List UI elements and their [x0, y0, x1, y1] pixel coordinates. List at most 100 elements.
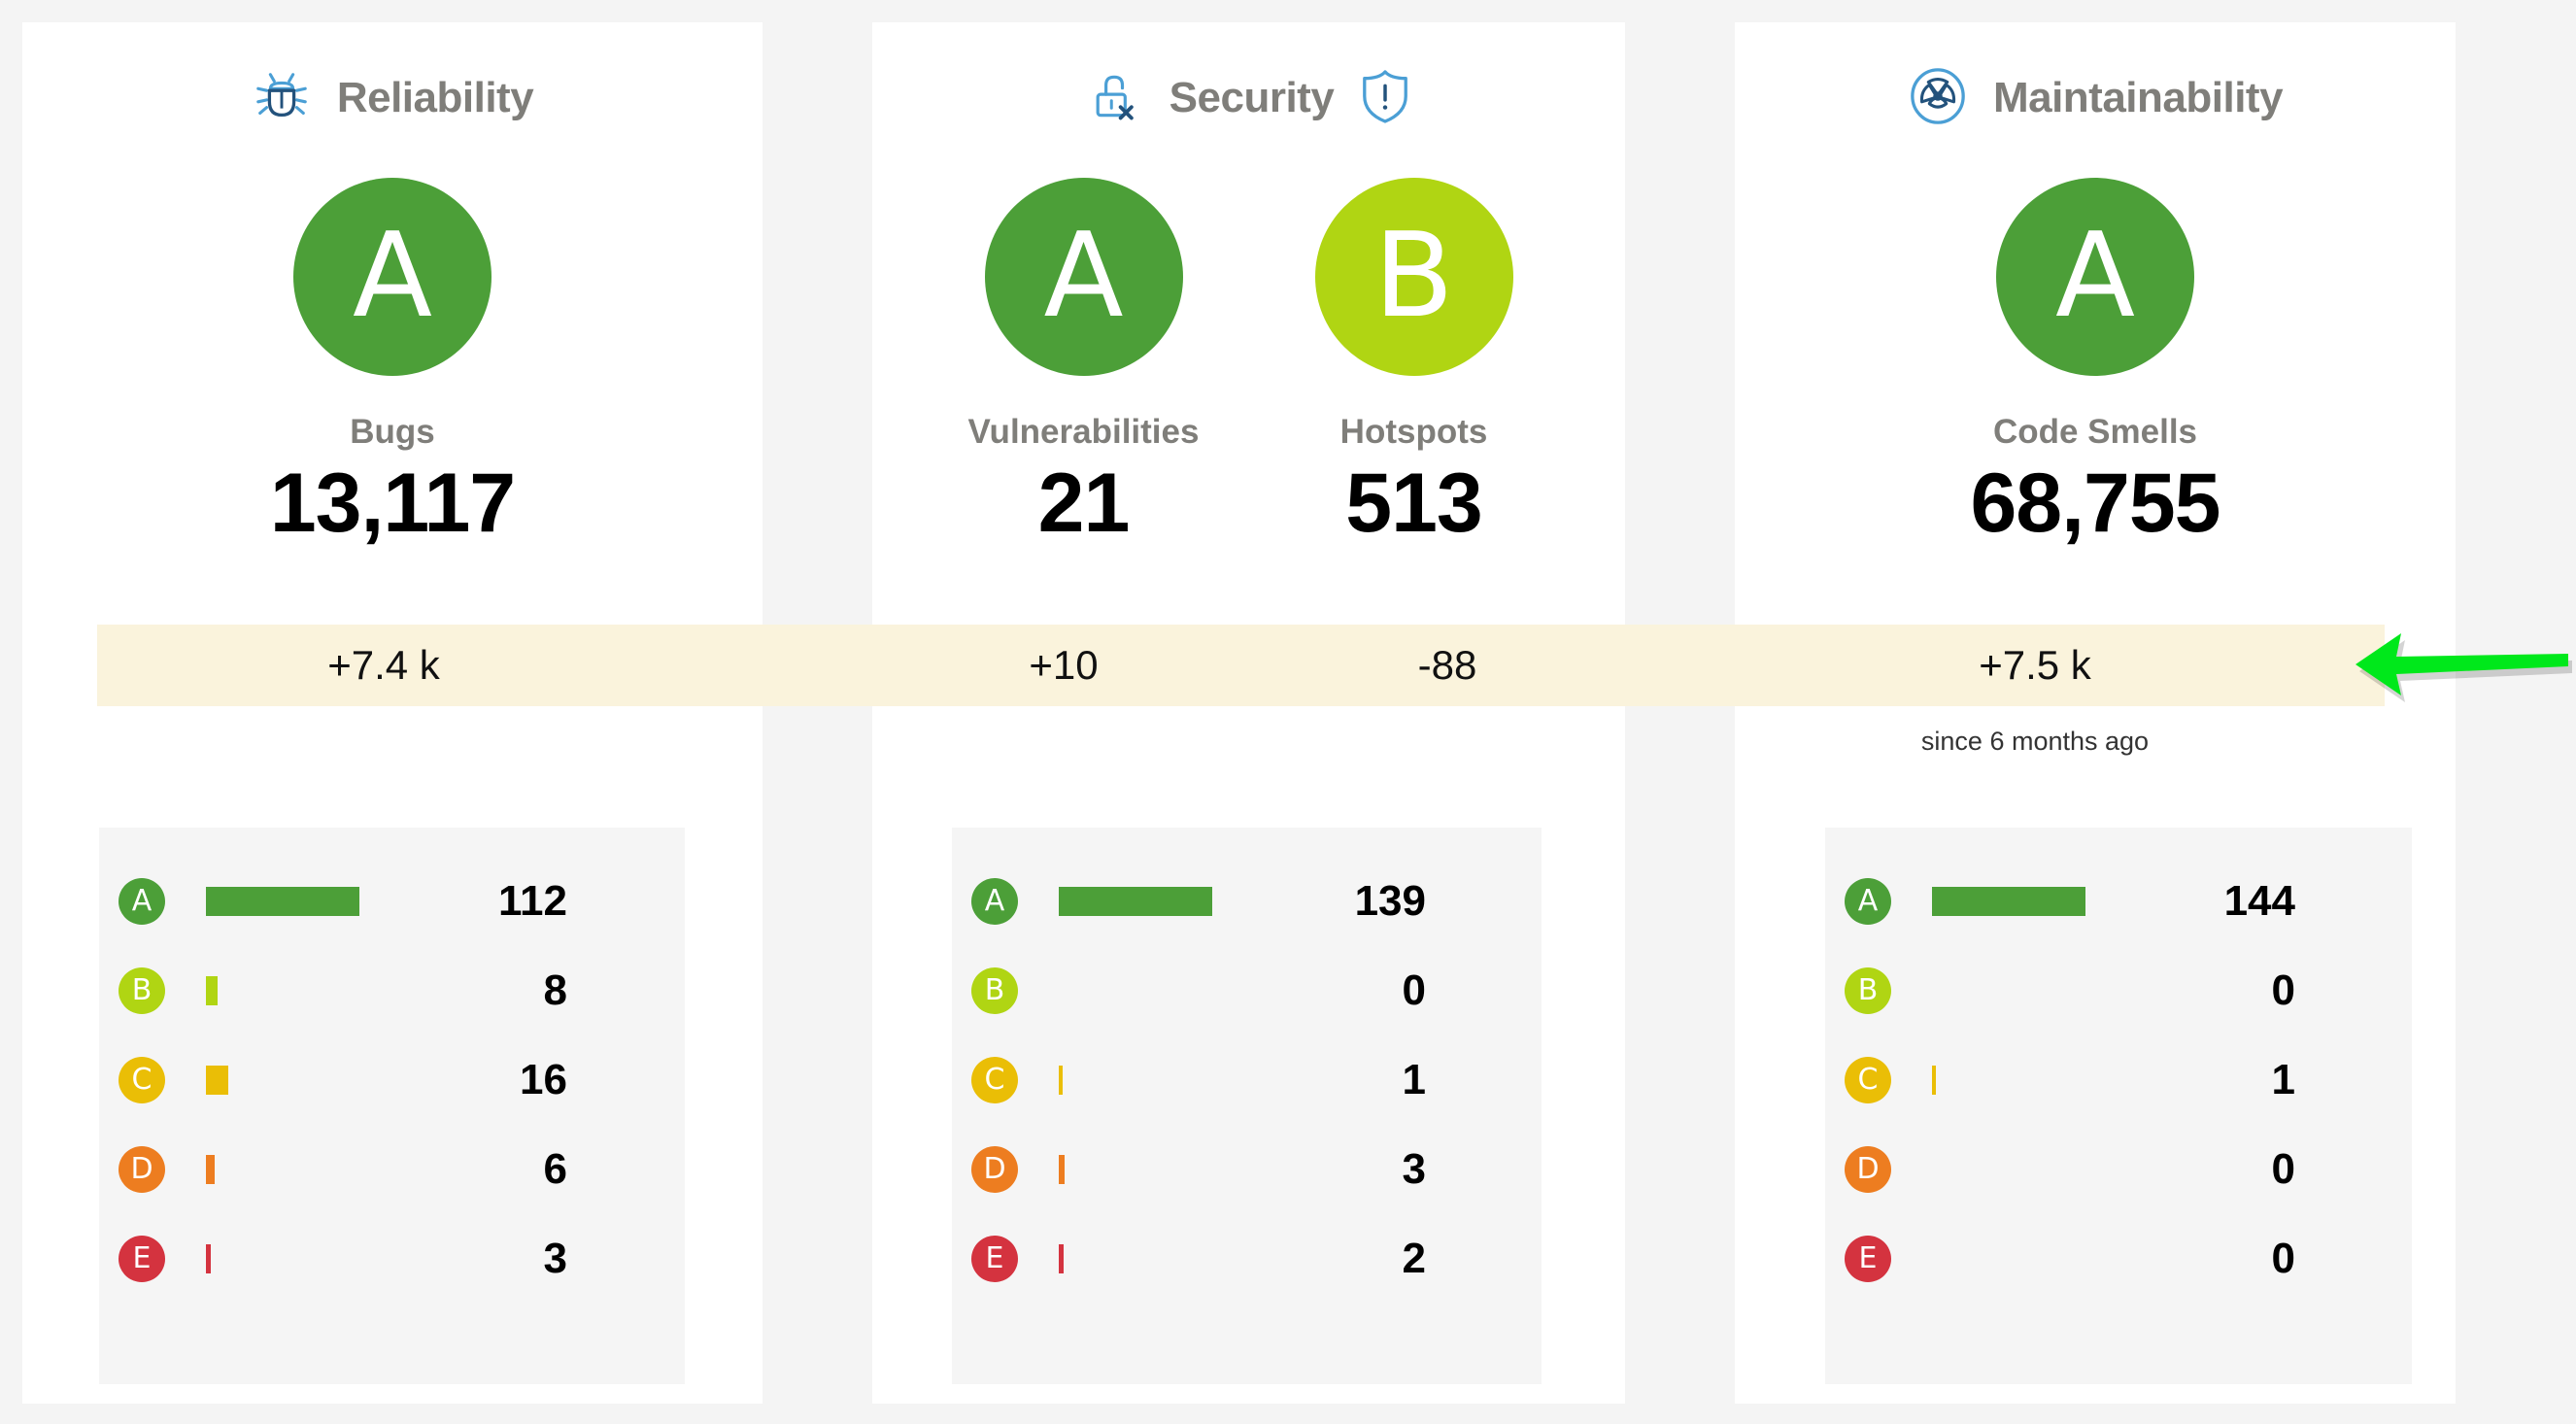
distribution-row[interactable]: B8: [99, 946, 685, 1035]
measure-code-smells[interactable]: A Code Smells 68,755: [1930, 178, 2260, 550]
rating-bar-fill: [1932, 1066, 1936, 1095]
rating-grade-badge: B: [971, 967, 1018, 1014]
rating-grade-badge: D: [971, 1146, 1018, 1193]
measure-bugs[interactable]: A Bugs 13,117: [227, 178, 558, 550]
rating-grade-badge: E: [971, 1236, 1018, 1282]
rating-bar-fill: [1059, 1155, 1065, 1184]
code-smells-rating-bubble[interactable]: A: [1996, 178, 2194, 376]
maintainability-header: Maintainability: [1735, 64, 2456, 132]
since-note: since 6 months ago: [1920, 727, 2150, 756]
rating-count[interactable]: 0: [1280, 966, 1426, 1015]
rating-grade-badge: C: [119, 1057, 165, 1103]
rating-bar-track: [206, 878, 400, 925]
rating-count[interactable]: 0: [2150, 1145, 2295, 1194]
code-smells-value[interactable]: 68,755: [1970, 458, 2220, 550]
rating-grade-badge: A: [119, 878, 165, 925]
rating-bar-track: [1932, 967, 2126, 1014]
maintainability-distribution: A 144 B 0 C 1 D 0 E 0: [1825, 828, 2412, 1384]
shield-exclamation-icon: [1359, 68, 1411, 129]
distribution-row[interactable]: A 144: [1825, 857, 2412, 946]
measure-hotspots[interactable]: B Hotspots 513: [1249, 178, 1579, 550]
distribution-row[interactable]: E3: [99, 1214, 685, 1304]
rating-grade-badge: A: [1845, 878, 1891, 925]
distribution-row[interactable]: A 139: [952, 857, 1542, 946]
vulnerabilities-rating-bubble[interactable]: A: [984, 178, 1183, 376]
distribution-row[interactable]: D3: [952, 1125, 1542, 1214]
rating-grade-badge: D: [119, 1146, 165, 1193]
rating-bar-track: [206, 967, 400, 1014]
radiation-icon: [1908, 66, 1968, 131]
bugs-delta[interactable]: +7.4 k: [219, 625, 549, 706]
distribution-row[interactable]: B0: [1825, 946, 2412, 1035]
rating-bar-track: [1932, 1057, 2126, 1103]
rating-bar-fill: [1059, 1066, 1063, 1095]
distribution-row[interactable]: D0: [1825, 1125, 2412, 1214]
rating-count[interactable]: 0: [2150, 966, 2295, 1015]
rating-bar-track: [1932, 1236, 2126, 1282]
reliability-measures: A Bugs 13,117: [22, 178, 763, 550]
distribution-row[interactable]: C 16: [99, 1035, 685, 1125]
security-header: Security: [872, 64, 1625, 132]
hotspots-label: Hotspots: [1339, 413, 1488, 451]
bugs-value[interactable]: 13,117: [270, 458, 516, 550]
rating-bar-fill: [206, 976, 218, 1005]
distribution-row[interactable]: D6: [99, 1125, 685, 1214]
bugs-label: Bugs: [350, 413, 435, 451]
distribution-row[interactable]: C1: [1825, 1035, 2412, 1125]
rating-bar-fill: [1059, 1244, 1064, 1273]
rating-bar-fill: [206, 1244, 211, 1273]
rating-grade-badge: B: [119, 967, 165, 1014]
rating-bar-track: [206, 1236, 400, 1282]
rating-bar-track: [1059, 1057, 1253, 1103]
rating-count[interactable]: 0: [2150, 1235, 2295, 1283]
rating-bar-track: [1059, 967, 1253, 1014]
rating-bar-fill: [206, 1155, 215, 1184]
rating-bar-track: [206, 1146, 400, 1193]
measure-vulnerabilities[interactable]: A Vulnerabilities 21: [919, 178, 1249, 550]
hotspots-rating-bubble[interactable]: B: [1314, 178, 1513, 376]
rating-bar-track: [1932, 1146, 2126, 1193]
rating-count[interactable]: 3: [1280, 1145, 1426, 1194]
code-smells-delta[interactable]: +7.5 k: [1870, 625, 2200, 706]
rating-count[interactable]: 8: [422, 966, 567, 1015]
rating-count[interactable]: 1: [1280, 1056, 1426, 1104]
rating-bar-track: [206, 1057, 400, 1103]
unlocked-padlock-x-icon: [1086, 67, 1144, 130]
rating-grade-badge: E: [1845, 1236, 1891, 1282]
reliability-title: Reliability: [336, 74, 534, 121]
security-distribution: A 139 B 0 C 1 D 3 E 2: [952, 828, 1542, 1384]
rating-bar-fill: [1059, 887, 1212, 916]
hotspots-value[interactable]: 513: [1345, 458, 1482, 550]
reliability-distribution: A 112 B 8 C 16 D 6 E 3: [99, 828, 685, 1384]
bugs-rating-bubble[interactable]: A: [293, 178, 491, 376]
rating-bar-track: [1059, 1146, 1253, 1193]
rating-count[interactable]: 1: [2150, 1056, 2295, 1104]
rating-bar-track: [1059, 1236, 1253, 1282]
rating-count[interactable]: 112: [422, 877, 567, 926]
rating-count[interactable]: 2: [1280, 1235, 1426, 1283]
rating-count[interactable]: 144: [2150, 877, 2295, 926]
maintainability-title: Maintainability: [1992, 74, 2284, 121]
distribution-row[interactable]: A 112: [99, 857, 685, 946]
rating-count[interactable]: 16: [422, 1056, 567, 1104]
rating-count[interactable]: 3: [422, 1235, 567, 1283]
quality-overview: Reliability A Bugs 13,117 Security A Vul…: [0, 0, 2576, 1424]
reliability-header: Reliability: [22, 64, 763, 132]
rating-grade-badge: C: [971, 1057, 1018, 1103]
security-measures: A Vulnerabilities 21 B Hotspots 513: [872, 178, 1625, 550]
hotspots-delta[interactable]: -88: [1282, 625, 1612, 706]
rating-grade-badge: B: [1845, 967, 1891, 1014]
rating-grade-badge: E: [119, 1236, 165, 1282]
distribution-row[interactable]: B0: [952, 946, 1542, 1035]
rating-bar-fill: [206, 887, 359, 916]
distribution-row[interactable]: E2: [952, 1214, 1542, 1304]
distribution-row[interactable]: C1: [952, 1035, 1542, 1125]
maintainability-measures: A Code Smells 68,755: [1735, 178, 2456, 550]
distribution-row[interactable]: E0: [1825, 1214, 2412, 1304]
rating-grade-badge: C: [1845, 1057, 1891, 1103]
vulnerabilities-delta[interactable]: +10: [898, 625, 1229, 706]
vulnerabilities-value[interactable]: 21: [1038, 458, 1131, 550]
rating-count[interactable]: 6: [422, 1145, 567, 1194]
rating-count[interactable]: 139: [1280, 877, 1426, 926]
vulnerabilities-label: Vulnerabilities: [967, 413, 1200, 451]
